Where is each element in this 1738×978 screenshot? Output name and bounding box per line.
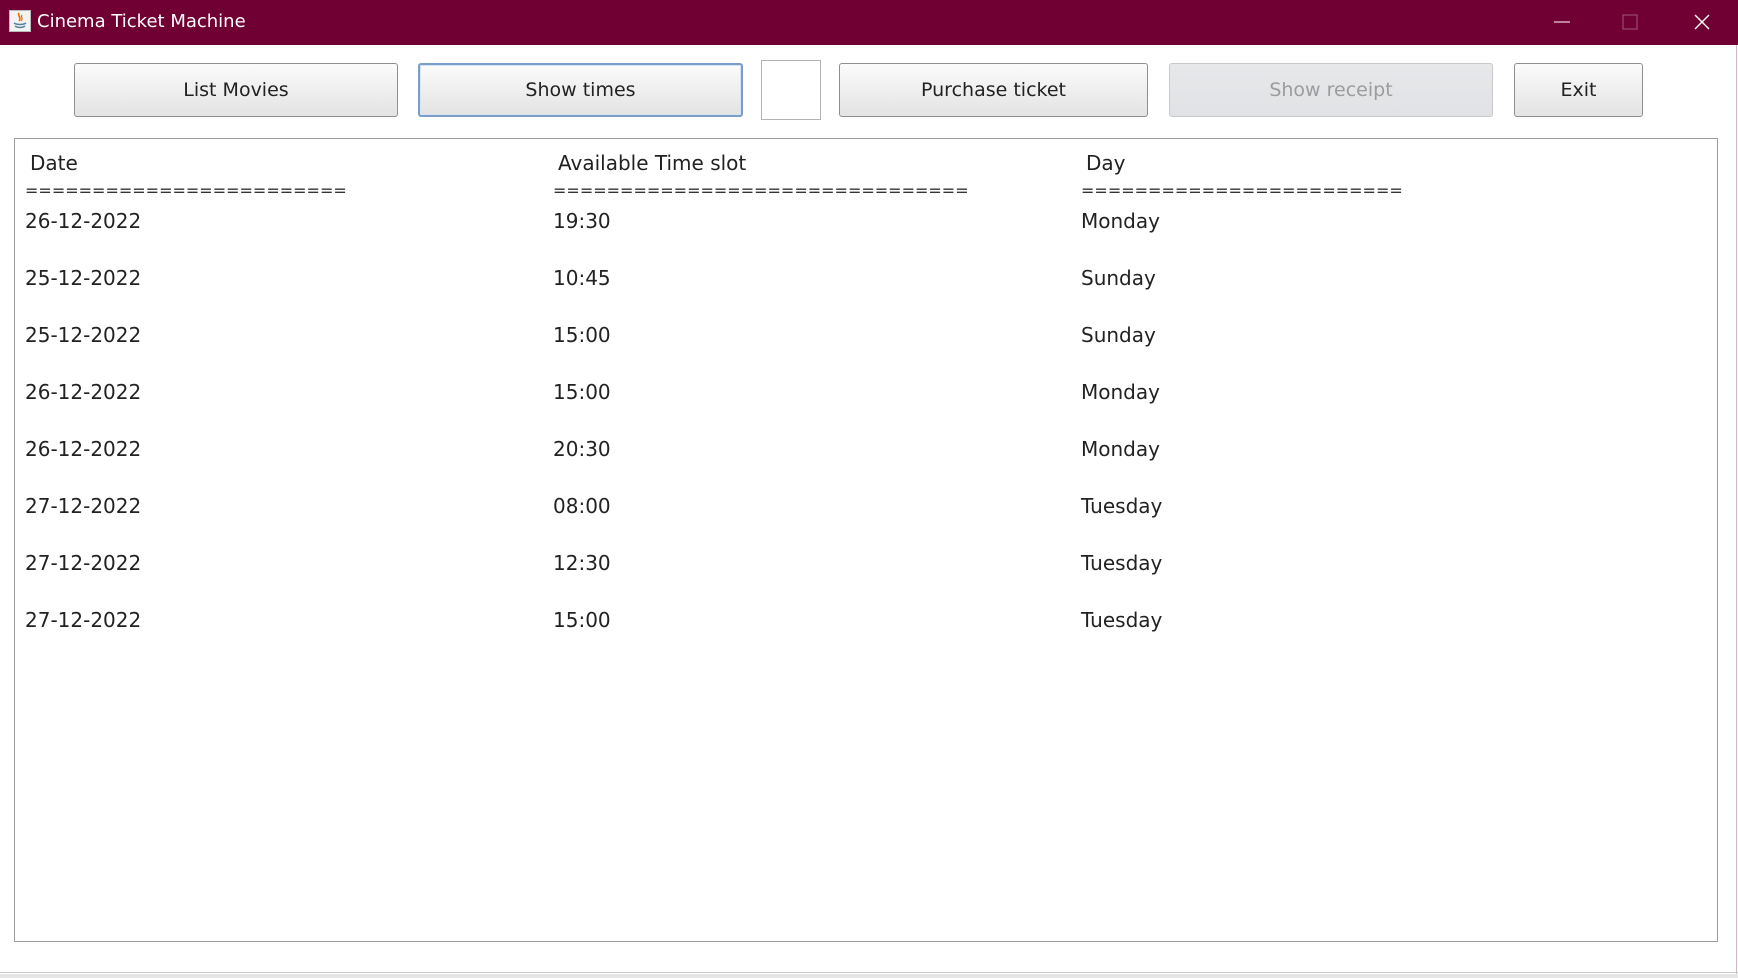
row-time: 10:45 bbox=[553, 266, 611, 290]
row-date: 26-12-2022 bbox=[25, 437, 142, 461]
selection-input[interactable] bbox=[761, 60, 821, 120]
row-date: 26-12-2022 bbox=[25, 380, 142, 404]
row-time: 08:00 bbox=[553, 494, 611, 518]
row-day: Tuesday bbox=[1081, 494, 1163, 518]
minimize-icon bbox=[1554, 21, 1570, 23]
row-date: 27-12-2022 bbox=[25, 608, 142, 632]
row-day: Monday bbox=[1081, 437, 1160, 461]
row-day: Monday bbox=[1081, 380, 1160, 404]
close-icon bbox=[1694, 14, 1710, 30]
row-day: Sunday bbox=[1081, 323, 1156, 347]
maximize-button bbox=[1596, 0, 1664, 45]
separator-day: ======================== bbox=[1081, 181, 1403, 200]
row-day: Monday bbox=[1081, 209, 1160, 233]
showtimes-output-area[interactable]: Date Available Time slot Day ===========… bbox=[14, 138, 1718, 942]
row-date: 25-12-2022 bbox=[25, 323, 142, 347]
separator-date: ======================== bbox=[25, 181, 347, 200]
row-time: 19:30 bbox=[553, 209, 611, 233]
row-date: 25-12-2022 bbox=[25, 266, 142, 290]
window-bottom-border bbox=[0, 972, 1738, 973]
row-day: Tuesday bbox=[1081, 608, 1163, 632]
row-day: Sunday bbox=[1081, 266, 1156, 290]
show-receipt-button: Show receipt bbox=[1169, 63, 1493, 117]
row-time: 15:00 bbox=[553, 323, 611, 347]
list-movies-button[interactable]: List Movies bbox=[74, 63, 398, 117]
row-date: 26-12-2022 bbox=[25, 209, 142, 233]
row-time: 12:30 bbox=[553, 551, 611, 575]
close-button[interactable] bbox=[1668, 0, 1736, 45]
window-bottom-edge bbox=[0, 974, 1738, 978]
show-times-button[interactable]: Show times bbox=[418, 63, 743, 117]
row-day: Tuesday bbox=[1081, 551, 1163, 575]
row-date: 27-12-2022 bbox=[25, 551, 142, 575]
window-border bbox=[1736, 45, 1737, 978]
header-time-slot: Available Time slot bbox=[558, 151, 747, 175]
row-time: 15:00 bbox=[553, 380, 611, 404]
maximize-icon bbox=[1622, 14, 1638, 30]
exit-button[interactable]: Exit bbox=[1514, 63, 1643, 117]
minimize-button[interactable] bbox=[1528, 0, 1596, 45]
title-bar[interactable]: Cinema Ticket Machine bbox=[0, 0, 1738, 45]
row-time: 20:30 bbox=[553, 437, 611, 461]
header-day: Day bbox=[1086, 151, 1126, 175]
cinema-ticket-window: Cinema Ticket Machine List Movies Show t… bbox=[0, 0, 1738, 978]
header-date: Date bbox=[30, 151, 78, 175]
row-time: 15:00 bbox=[553, 608, 611, 632]
java-app-icon[interactable] bbox=[9, 10, 31, 32]
row-date: 27-12-2022 bbox=[25, 494, 142, 518]
purchase-ticket-button[interactable]: Purchase ticket bbox=[839, 63, 1148, 117]
separator-time-slot: =============================== bbox=[553, 181, 969, 200]
window-title: Cinema Ticket Machine bbox=[37, 11, 246, 32]
